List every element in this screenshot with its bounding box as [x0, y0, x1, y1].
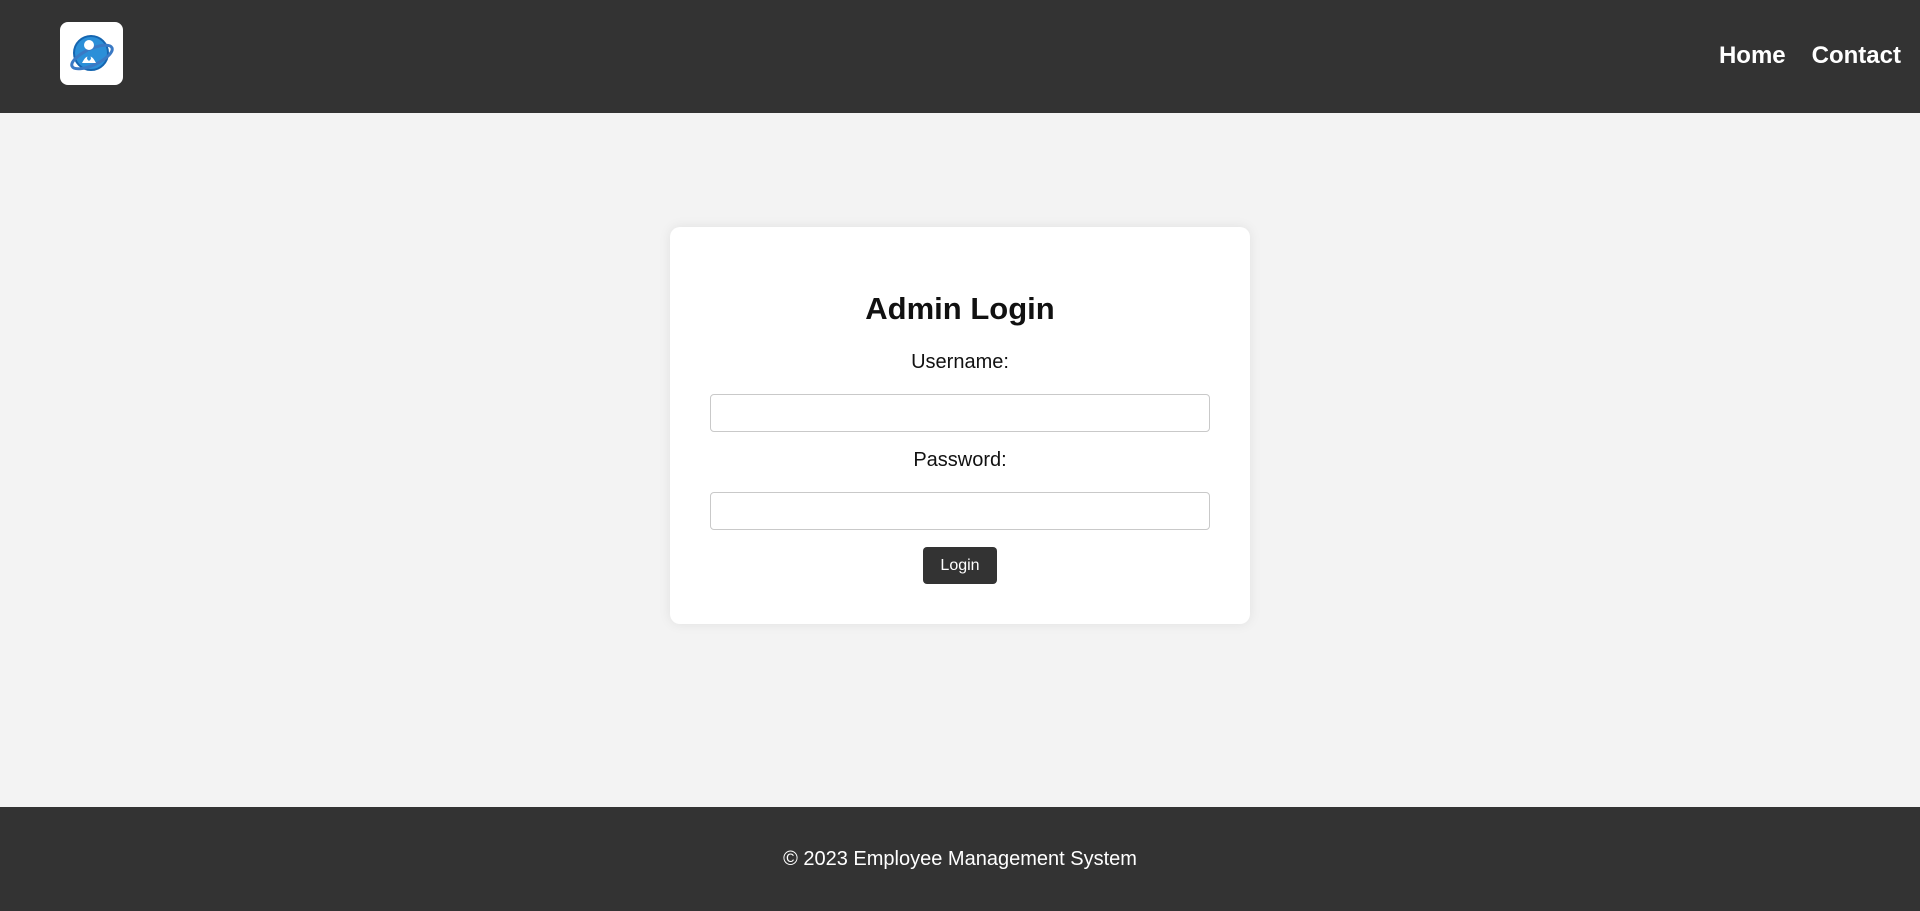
site-logo[interactable]: [60, 22, 123, 85]
login-title: Admin Login: [865, 291, 1055, 326]
site-footer: © 2023 Employee Management System: [0, 807, 1920, 911]
password-field[interactable]: [710, 492, 1210, 530]
employee-globe-logo-icon: [69, 34, 114, 71]
login-card: Admin Login Username: Password: Login: [670, 227, 1250, 624]
nav-contact-link[interactable]: Contact: [1812, 42, 1901, 70]
username-label: Username:: [911, 351, 1009, 373]
password-label: Password:: [913, 449, 1007, 471]
login-button[interactable]: Login: [923, 547, 997, 584]
nav-home-link[interactable]: Home: [1719, 42, 1786, 70]
footer-copyright: © 2023 Employee Management System: [783, 847, 1137, 870]
username-field[interactable]: [710, 394, 1210, 432]
site-header: Home Contact: [0, 0, 1920, 113]
main-nav: Home Contact: [1719, 42, 1901, 70]
